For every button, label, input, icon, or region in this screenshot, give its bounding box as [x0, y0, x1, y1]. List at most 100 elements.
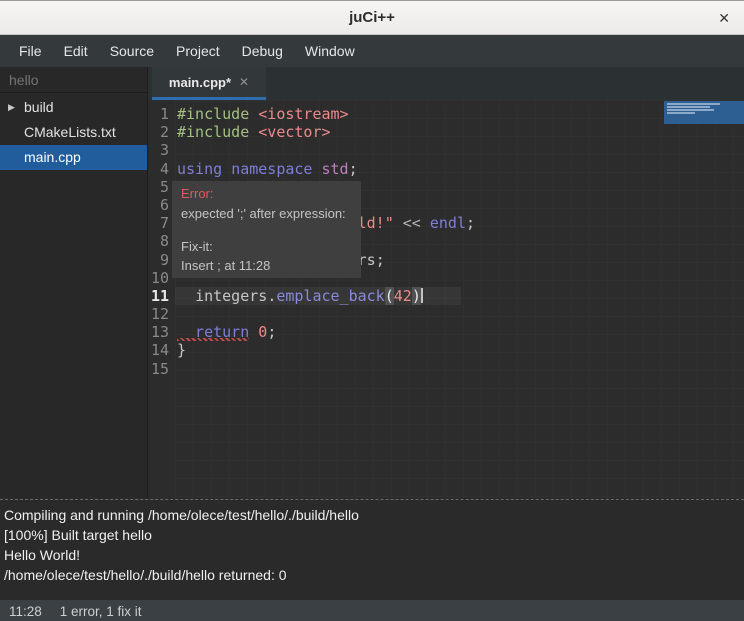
code-editor[interactable]: 1#include <iostream>2#include <vector>34…	[148, 100, 744, 498]
line-number: 11	[148, 287, 175, 305]
code-token: 0	[258, 323, 267, 341]
tab-close-icon[interactable]: ✕	[239, 75, 249, 89]
overview-map-indicator[interactable]	[664, 101, 744, 124]
code-text: }	[175, 341, 186, 359]
line-number: 5	[148, 178, 175, 196]
line-number: 9	[148, 251, 175, 269]
output-line: [100%] Built target hello	[4, 525, 740, 545]
tree-item-label: build	[24, 99, 54, 115]
line-number: 1	[148, 105, 175, 123]
tree-item-main-cpp[interactable]: main.cpp	[0, 145, 147, 170]
code-line[interactable]: 11 integers.emplace_back(42)	[148, 287, 744, 305]
code-token: ;	[267, 323, 276, 341]
code-text	[175, 305, 177, 323]
diagnostics-summary: 1 error, 1 fix it	[60, 604, 142, 619]
code-token: }	[177, 341, 186, 359]
code-line[interactable]: 13 return 0;	[148, 323, 744, 341]
menu-item-edit[interactable]: Edit	[53, 37, 99, 65]
output-line: Compiling and running /home/olece/test/h…	[4, 505, 740, 525]
menu-item-file[interactable]: File	[8, 37, 53, 65]
code-token: endl	[430, 214, 466, 232]
code-token: emplace_back	[276, 287, 384, 305]
menu-item-debug[interactable]: Debug	[231, 37, 294, 65]
code-token	[249, 323, 258, 341]
tree-item-build[interactable]: ▶ build	[0, 95, 147, 120]
line-number: 2	[148, 123, 175, 141]
title-bar[interactable]: juCi++ ✕	[0, 1, 744, 35]
code-text: #include <vector>	[175, 123, 331, 141]
code-token: <vector>	[258, 123, 330, 141]
tree-item-label: CMakeLists.txt	[24, 124, 116, 140]
status-bar: 11:28 1 error, 1 fix it	[0, 600, 744, 621]
tree-item-label: main.cpp	[24, 149, 81, 165]
code-line[interactable]: 4using namespace std;	[148, 160, 744, 178]
code-token	[394, 214, 403, 232]
build-output-panel: Compiling and running /home/olece/test/h…	[0, 501, 744, 600]
code-token: #include	[177, 105, 258, 123]
code-token	[421, 214, 430, 232]
code-line[interactable]: 3	[148, 141, 744, 159]
menu-item-project[interactable]: Project	[165, 37, 231, 65]
code-token: .	[267, 287, 276, 305]
code-line[interactable]: 15	[148, 360, 744, 378]
code-text: using namespace std;	[175, 160, 358, 178]
code-token: #include	[177, 123, 258, 141]
code-text: return 0;	[175, 323, 276, 341]
output-line: Hello World!	[4, 545, 740, 565]
menu-item-window[interactable]: Window	[294, 37, 366, 65]
menu-item-source[interactable]: Source	[99, 37, 165, 65]
window-title: juCi++	[349, 9, 395, 26]
code-line[interactable]: 2#include <vector>	[148, 123, 744, 141]
line-number: 8	[148, 232, 175, 250]
code-line[interactable]: 1#include <iostream>	[148, 105, 744, 123]
code-token: ;	[349, 160, 358, 178]
code-token: )	[412, 287, 421, 305]
minimap-code-row	[667, 103, 720, 105]
app-window: juCi++ ✕ FileEditSourceProjectDebugWindo…	[0, 0, 744, 621]
code-token: using	[177, 160, 222, 178]
file-tree-sidebar: hello ▶buildCMakeLists.txtmain.cpp	[0, 67, 147, 498]
line-number: 12	[148, 305, 175, 323]
tab-label: main.cpp*	[169, 75, 231, 90]
line-number: 15	[148, 360, 175, 378]
code-token: 42	[394, 287, 412, 305]
minimap-code-row	[667, 109, 714, 111]
code-line[interactable]: 14}	[148, 341, 744, 359]
line-number: 13	[148, 323, 175, 341]
code-token: namespace	[231, 160, 312, 178]
line-number: 14	[148, 341, 175, 359]
line-number: 6	[148, 196, 175, 214]
cursor-position: 11:28	[9, 604, 42, 619]
minimap-code-row	[667, 106, 710, 108]
code-token	[222, 160, 231, 178]
tooltip-fixit-label: Fix-it:	[181, 238, 352, 255]
code-token: std	[322, 160, 349, 178]
code-text: #include <iostream>	[175, 105, 349, 123]
tab-main-cpp[interactable]: main.cpp* ✕	[152, 67, 266, 100]
code-token: <<	[403, 214, 421, 232]
line-number: 10	[148, 269, 175, 287]
code-text	[175, 141, 177, 159]
code-line[interactable]: 12	[148, 305, 744, 323]
tab-bar: main.cpp* ✕	[148, 67, 744, 100]
editor-column: main.cpp* ✕ 1#include <iostream>2#includ…	[147, 67, 744, 498]
code-text	[175, 360, 177, 378]
code-token: return	[177, 323, 249, 341]
code-token	[312, 160, 321, 178]
minimap-code-row	[667, 112, 695, 114]
code-token: integers	[195, 287, 267, 305]
code-token: ;	[466, 214, 475, 232]
close-window-icon[interactable]: ✕	[718, 10, 730, 26]
expand-arrow-icon[interactable]: ▶	[8, 95, 15, 120]
tree-item-cmakelists-txt[interactable]: CMakeLists.txt	[0, 120, 147, 145]
code-text: integers.emplace_back(42)	[175, 287, 423, 305]
tooltip-fixit-text: Insert ; at 11:28	[181, 257, 352, 274]
text-cursor	[421, 288, 423, 303]
line-number: 7	[148, 214, 175, 232]
code-token: (	[385, 287, 394, 305]
tooltip-error-text: expected ';' after expression:	[181, 205, 352, 222]
pane-splitter-handle[interactable]	[0, 498, 744, 501]
tooltip-error-label: Error:	[181, 185, 352, 202]
diagnostic-tooltip: Error: expected ';' after expression: Fi…	[172, 181, 361, 278]
line-number: 4	[148, 160, 175, 178]
